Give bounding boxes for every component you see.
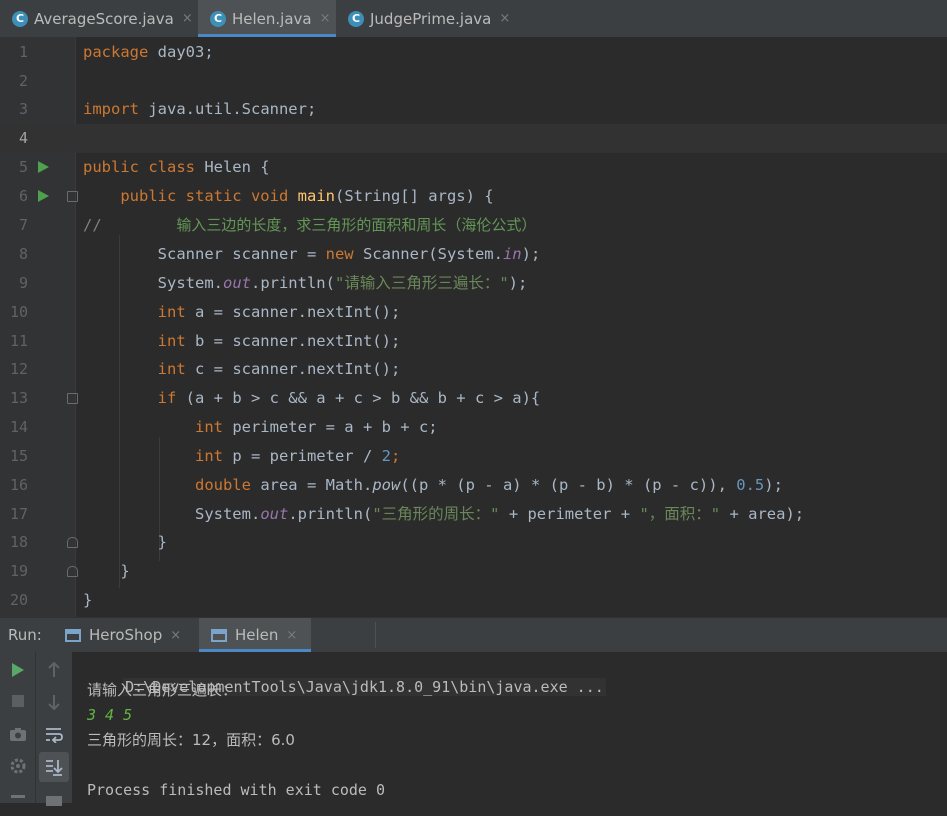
code-line: 13 if (a + b > c && a + c > b && b + c >… xyxy=(0,384,947,413)
code-line: 7 // 输入三边的长度，求三角形的面积和周长（海伦公式） xyxy=(0,211,947,240)
fold-icon[interactable] xyxy=(67,393,78,404)
divider xyxy=(375,622,376,648)
pin-icon xyxy=(11,794,25,808)
tab-helen[interactable]: C Helen.java × xyxy=(198,0,336,37)
line-number: 2 xyxy=(18,72,28,90)
run-tab-heroshop[interactable]: HeroShop × xyxy=(56,618,192,652)
code-line: 14 int perimeter = a + b + c; xyxy=(0,413,947,442)
line-number: 1 xyxy=(18,43,28,61)
line-number: 11 xyxy=(9,332,28,350)
gear-icon xyxy=(10,758,26,774)
fold-icon[interactable] xyxy=(67,191,78,202)
line-number: 10 xyxy=(9,303,28,321)
code-line: 3 import java.util.Scanner; xyxy=(0,95,947,124)
code-line-current: 4 xyxy=(0,124,947,153)
line-number: 8 xyxy=(18,245,28,263)
editor-tab-bar: C AverageScore.java × C Helen.java × C J… xyxy=(0,0,947,38)
line-number: 14 xyxy=(9,418,28,436)
code-line: 19 } xyxy=(0,557,947,586)
tab-label: Helen.java xyxy=(232,9,312,28)
code-line: 18 } xyxy=(0,528,947,557)
dump-threads-button[interactable] xyxy=(3,719,33,749)
run-gutter-icon[interactable] xyxy=(38,161,49,173)
close-icon[interactable]: × xyxy=(170,628,181,643)
tab-judgeprime[interactable]: C JudgePrime.java × xyxy=(338,0,528,37)
print-icon xyxy=(46,796,62,806)
class-c-icon: C xyxy=(348,10,364,27)
divider xyxy=(35,652,36,803)
close-icon[interactable]: × xyxy=(182,11,193,26)
fold-end-icon[interactable] xyxy=(67,566,78,577)
code-line: 11 int b = scanner.nextInt(); xyxy=(0,327,947,356)
console-result: 三角形的周长：12，面积：6.0 xyxy=(87,731,295,749)
arrow-up-icon xyxy=(48,662,60,677)
run-icon xyxy=(12,663,24,677)
line-number: 16 xyxy=(9,476,28,494)
stop-button[interactable] xyxy=(3,686,33,716)
run-tab-label: HeroShop xyxy=(89,626,163,644)
run-tab-helen[interactable]: Helen × xyxy=(199,618,311,652)
run-gutter-icon[interactable] xyxy=(38,190,49,202)
line-number: 19 xyxy=(9,562,28,580)
code-line: 8 Scanner scanner = new Scanner(System.i… xyxy=(0,240,947,269)
line-number: 3 xyxy=(18,100,28,118)
line-number: 6 xyxy=(18,187,28,205)
run-side-toolbar xyxy=(0,652,72,806)
console-user-input: 3 4 5 xyxy=(87,706,133,724)
soft-wrap-button[interactable] xyxy=(39,720,69,750)
soft-wrap-icon xyxy=(46,728,63,743)
camera-icon xyxy=(10,727,26,741)
line-number: 9 xyxy=(18,274,28,292)
tab-label: JudgePrime.java xyxy=(370,9,492,28)
code-line: 1 package day03; xyxy=(0,38,947,67)
console-prompt: 请输入三角形三遍长： xyxy=(87,681,238,699)
close-icon[interactable]: × xyxy=(286,628,297,643)
line-number: 13 xyxy=(9,389,28,407)
arrow-down-icon xyxy=(48,695,60,710)
console-window-icon xyxy=(211,628,227,642)
code-line: 15 int p = perimeter / 2; xyxy=(0,442,947,471)
close-icon[interactable]: × xyxy=(499,11,510,26)
scroll-down-button[interactable] xyxy=(39,687,69,717)
scroll-to-end-icon xyxy=(46,760,63,776)
console-window-icon xyxy=(65,628,81,642)
code-editor[interactable]: 1 package day03; 2 3 import java.util.Sc… xyxy=(0,37,947,617)
console-exit-message: Process finished with exit code 0 xyxy=(87,781,386,799)
code-line: 16 double area = Math.pow((p * (p - a) *… xyxy=(0,471,947,500)
line-number: 17 xyxy=(9,505,28,523)
line-number: 4 xyxy=(18,129,28,147)
code-line: 6 public static void main(String[] args)… xyxy=(0,182,947,211)
class-c-icon: C xyxy=(12,10,28,27)
code-line: 2 xyxy=(0,67,947,96)
code-line: 20 } xyxy=(0,586,947,615)
print-button[interactable] xyxy=(39,786,69,816)
line-number: 12 xyxy=(9,360,28,378)
code-line: 10 int a = scanner.nextInt(); xyxy=(0,298,947,327)
scroll-to-end-button[interactable] xyxy=(39,752,69,782)
line-number: 15 xyxy=(9,447,28,465)
tab-averagescore[interactable]: C AverageScore.java × xyxy=(0,0,208,37)
pin-button[interactable] xyxy=(3,786,33,816)
line-number: 18 xyxy=(9,533,28,551)
tab-label: AverageScore.java xyxy=(34,9,174,28)
line-number: 7 xyxy=(18,216,28,234)
rerun-button[interactable] xyxy=(3,655,33,685)
code-line: 17 System.out.println("三角形的周长：" + perime… xyxy=(0,500,947,529)
run-toolbar: Run: HeroShop × Helen × xyxy=(0,617,947,653)
class-c-icon: C xyxy=(210,10,226,27)
console-output[interactable]: D:\DevelopmentTools\Java\jdk1.8.0_91\bin… xyxy=(78,652,947,803)
scroll-up-button[interactable] xyxy=(39,655,69,685)
stop-icon xyxy=(12,695,24,707)
close-icon[interactable]: × xyxy=(320,11,331,26)
fold-end-icon[interactable] xyxy=(67,537,78,548)
run-label: Run: xyxy=(8,626,42,644)
line-number: 5 xyxy=(18,158,28,176)
line-number: 20 xyxy=(9,591,28,609)
run-tab-label: Helen xyxy=(235,626,279,644)
settings-button[interactable] xyxy=(3,751,33,781)
code-line: 9 System.out.println("请输入三角形三遍长："); xyxy=(0,269,947,298)
code-line: 5 public class Helen { xyxy=(0,153,947,182)
code-line: 12 int c = scanner.nextInt(); xyxy=(0,355,947,384)
